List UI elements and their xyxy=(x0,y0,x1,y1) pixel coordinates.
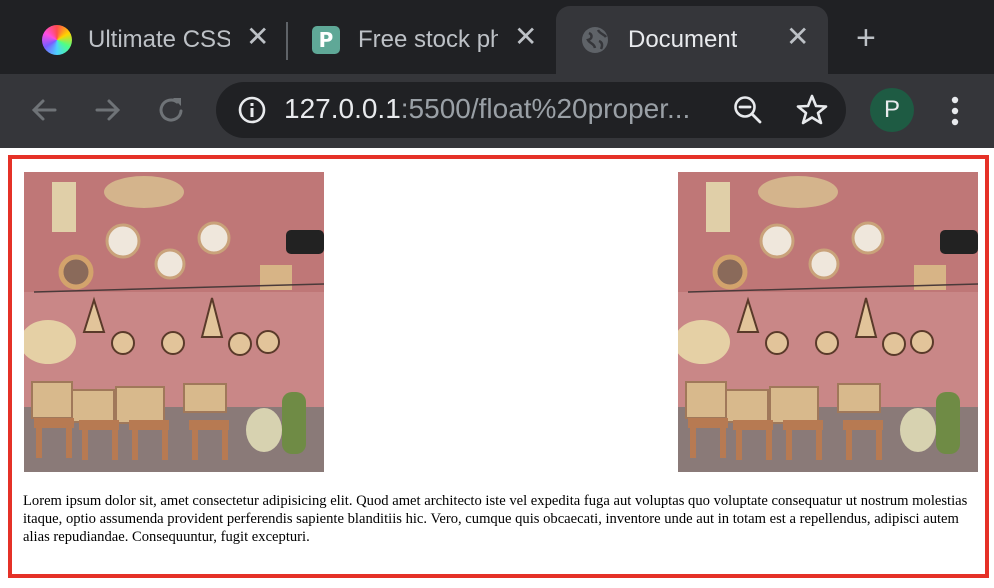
tab-title: Document xyxy=(628,26,738,53)
tab-ultimate-css[interactable]: Ultimate CSS ✕ xyxy=(24,6,280,74)
forward-button[interactable] xyxy=(88,90,128,130)
close-icon[interactable]: ✕ xyxy=(786,20,809,53)
tab-free-stock-photos[interactable]: P Free stock ph ✕ xyxy=(296,6,550,74)
pexels-p-icon: P xyxy=(312,26,340,54)
reload-icon xyxy=(159,98,183,122)
more-menu-icon[interactable] xyxy=(945,94,965,128)
close-icon[interactable]: ✕ xyxy=(246,20,269,53)
back-button[interactable] xyxy=(24,90,64,130)
tab-separator xyxy=(286,22,288,60)
url-text[interactable]: 127.0.0.1:5500/float%20proper... xyxy=(284,93,704,125)
reload-button[interactable] xyxy=(152,90,192,130)
new-tab-button[interactable]: + xyxy=(856,18,876,58)
tab-title: Free stock ph xyxy=(358,26,498,53)
arrow-right-icon xyxy=(95,99,121,121)
close-icon[interactable]: ✕ xyxy=(514,20,537,53)
globe-icon xyxy=(582,27,608,53)
url-path: :5500/float%20proper... xyxy=(400,93,691,124)
gradient-circle-icon xyxy=(42,25,72,55)
tab-title: Ultimate CSS xyxy=(88,26,230,53)
tab-document[interactable]: Document ✕ xyxy=(556,6,828,74)
info-icon[interactable] xyxy=(236,94,268,126)
avatar[interactable]: P xyxy=(870,88,914,132)
arrow-left-icon xyxy=(31,99,57,121)
zoom-out-icon[interactable] xyxy=(732,94,764,126)
url-host: 127.0.0.1 xyxy=(284,93,401,124)
photo-icon xyxy=(678,172,978,472)
photo-icon xyxy=(24,172,324,472)
lorem-paragraph: Lorem ipsum dolor sit, amet consectetur … xyxy=(23,493,968,545)
star-icon[interactable] xyxy=(795,93,829,127)
